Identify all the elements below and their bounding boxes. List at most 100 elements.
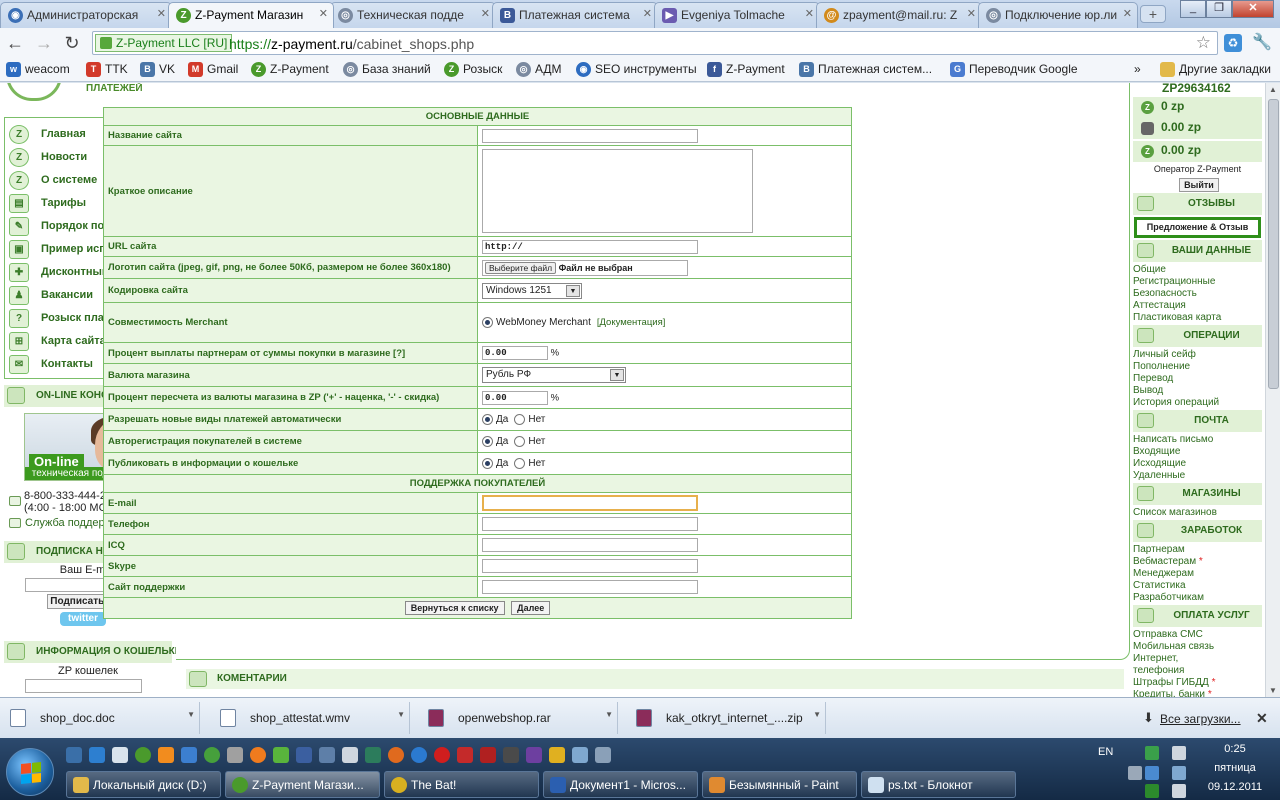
ev-certificate-badge[interactable]: Z-Payment LLC [RU] [95,34,233,52]
quicklaunch-icon[interactable] [480,747,496,763]
close-icon[interactable]: ✕ [157,7,166,20]
quicklaunch-icon[interactable] [595,747,611,763]
autoreg-yes-radio[interactable] [482,435,493,447]
quicklaunch-icon[interactable] [89,747,105,763]
link-history[interactable]: История операций [1133,397,1219,408]
quicklaunch-icon[interactable] [66,747,82,763]
quicklaunch-icon[interactable] [250,747,266,763]
logo-file-input[interactable]: Выберите файл Файл не выбран [482,259,688,276]
tab-tech-support[interactable]: ◎ Техническая подде ✕ [330,2,496,28]
language-indicator[interactable]: EN [1098,746,1113,758]
choose-file-button[interactable]: Выберите файл [485,261,557,274]
task-chrome[interactable]: Z-Payment Магази... [225,771,380,798]
tab-admin[interactable]: ◉ Администраторская ✕ [0,2,172,28]
bookmark-seo[interactable]: ◉ SEO инструменты [576,62,697,77]
tray-icon[interactable] [1172,784,1186,798]
all-downloads-link[interactable]: Все загрузки... [1160,712,1241,726]
opera-icon[interactable] [434,747,450,763]
chevron-down-icon[interactable]: ▼ [813,710,821,719]
tray-icon[interactable] [1145,746,1159,760]
short-desc-textarea[interactable] [482,149,753,233]
download-item[interactable]: shop_attestat.wmv ▼ [210,702,410,734]
firefox-icon[interactable] [388,747,404,763]
close-icon[interactable]: ✕ [967,7,976,20]
twitter-button[interactable]: twitter [60,612,106,626]
network-icon[interactable] [1145,766,1159,780]
support-site-input[interactable] [482,580,698,594]
tab-payment-system[interactable]: B Платежная система ✕ [492,2,658,28]
task-paint[interactable]: Безымянный - Paint [702,771,857,798]
phone-input[interactable] [482,517,698,531]
tray-arrow-icon[interactable] [1128,766,1142,780]
link-internet[interactable]: Интернет, [1133,653,1178,664]
wrench-icon[interactable]: 🔧 [1252,34,1272,52]
minimize-button[interactable]: _ [1180,0,1206,18]
tab-legal-entities[interactable]: ◎ Подключение юр.ли ✕ [978,2,1138,28]
link-attestation[interactable]: Аттестация [1133,300,1186,311]
chevron-down-icon[interactable]: ▼ [187,710,195,719]
icq-input[interactable] [482,538,698,552]
start-button[interactable] [6,748,54,796]
link-deposit[interactable]: Пополнение [1133,361,1190,372]
url-text[interactable]: https://z-payment.ru/cabinet_shops.php [229,36,474,52]
task-the-bat[interactable]: The Bat! [384,771,539,798]
link-webmasters[interactable]: Вебмастерам * [1133,556,1203,567]
quicklaunch-icon[interactable] [227,747,243,763]
quicklaunch-icon[interactable] [296,747,312,763]
task-local-disk[interactable]: Локальный диск (D:) [66,771,221,798]
link-write-letter[interactable]: Написать письмо [1133,434,1213,445]
back-button[interactable]: ← [4,33,26,53]
quicklaunch-icon[interactable] [181,747,197,763]
bookmark-payment-system[interactable]: B Платежная систем... [799,62,932,77]
close-shelf-icon[interactable]: ✕ [1256,710,1268,727]
documentation-link[interactable]: [Документация] [597,317,666,328]
link-general[interactable]: Общие [1133,264,1166,275]
bookmark-adm[interactable]: ◎ АДМ [516,62,562,77]
bookmark-google-translate[interactable]: G Переводчик Google [950,62,1078,77]
currency-select[interactable]: Рубль РФ ▼ [482,367,626,383]
bookmark-gmail[interactable]: M Gmail [188,62,238,77]
bookmark-star-icon[interactable]: ☆ [1196,33,1211,53]
extension-icon[interactable]: ♻ [1224,34,1242,52]
z-payment-logo[interactable] [6,83,62,101]
close-icon[interactable]: ✕ [319,7,328,20]
link-partners[interactable]: Партнерам [1133,544,1185,555]
address-bar[interactable]: Z-Payment LLC [RU] https://z-payment.ru/… [92,31,1218,55]
link-security[interactable]: Безопасность [1133,288,1197,299]
bookmark-vk[interactable]: B VK [140,62,175,77]
email-input[interactable] [482,495,698,511]
allow-new-yes-radio[interactable] [482,413,493,425]
link-outbox[interactable]: Исходящие [1133,458,1186,469]
link-personal-safe[interactable]: Личный сейф [1133,349,1196,360]
bookmark-search[interactable]: Z Розыск [444,62,502,77]
allow-new-no-radio[interactable] [514,413,526,425]
other-bookmarks[interactable]: Другие закладки [1160,62,1271,77]
scroll-down-icon[interactable]: ▼ [1269,686,1277,695]
quicklaunch-icon[interactable] [342,747,358,763]
site-name-input[interactable] [482,128,698,143]
encoding-select[interactable]: Windows 1251 ▼ [482,282,582,299]
back-to-list-button[interactable]: Вернуться к списку [404,601,505,615]
close-icon[interactable]: ✕ [643,7,652,20]
link-traffic-fines[interactable]: Штрафы ГИБДД * [1133,677,1215,688]
download-item[interactable]: openwebshop.rar ▼ [418,702,618,734]
tab-z-payment-shop[interactable]: Z Z-Payment Магазин ✕ [168,2,334,28]
chevron-down-icon[interactable]: ▼ [397,710,405,719]
scroll-thumb[interactable] [1268,99,1279,389]
link-telephony[interactable]: телефония [1133,665,1184,676]
tray-icon[interactable] [1172,746,1186,760]
bookmark-ttk[interactable]: T TTK [86,62,128,77]
link-shop-list[interactable]: Список магазинов [1133,507,1217,518]
vlc-icon[interactable] [158,747,174,763]
zp-wallet-input[interactable] [25,679,142,693]
link-registration[interactable]: Регистрационные [1133,276,1215,287]
clock[interactable]: 0:25 пятница 09.12.2011 [1196,742,1274,795]
bookmark-z-payment[interactable]: Z Z-Payment [251,62,329,77]
tray-icon[interactable] [1145,784,1159,798]
publish-no-radio[interactable] [514,457,526,469]
quicklaunch-icon[interactable] [319,747,335,763]
close-icon[interactable]: ✕ [805,7,814,20]
forward-button[interactable]: → [33,33,55,53]
volume-icon[interactable] [1172,766,1186,780]
tab-mail[interactable]: @ zpayment@mail.ru: Z ✕ [816,2,982,28]
